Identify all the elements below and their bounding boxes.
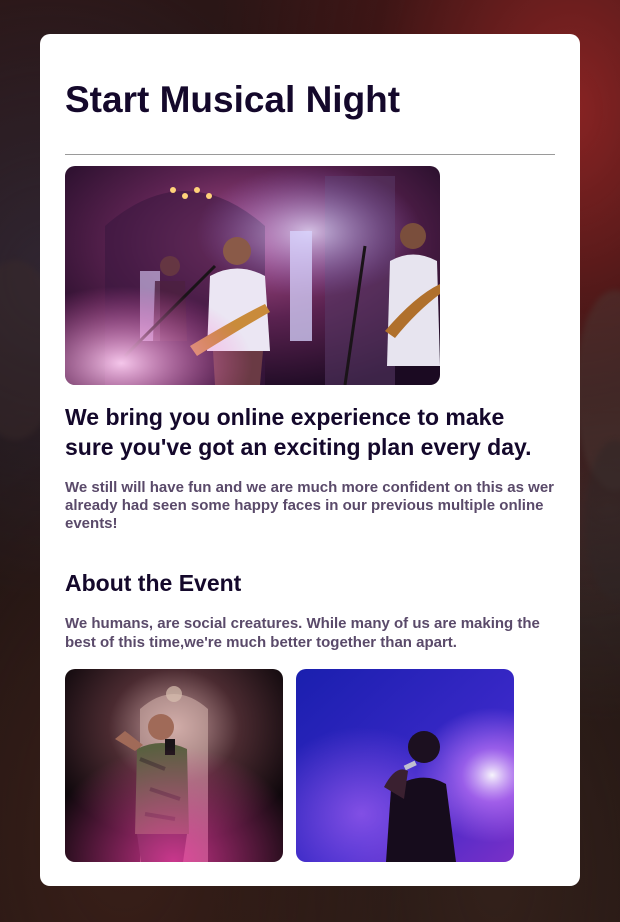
title-divider <box>65 154 555 155</box>
about-section-title: About the Event <box>65 570 242 596</box>
about-section-text: We humans, are social creatures. While m… <box>65 615 540 651</box>
hero-image <box>65 166 440 385</box>
gallery-image-singer <box>296 669 514 862</box>
page-title: Start Musical Night <box>65 79 401 120</box>
intro-headline: We bring you online experience to make s… <box>65 404 532 460</box>
intro-text: We still will have fun and we are much m… <box>65 479 554 532</box>
gallery-image-rapper <box>65 669 283 862</box>
event-card: Start Musical Night We bring you online … <box>40 34 580 886</box>
